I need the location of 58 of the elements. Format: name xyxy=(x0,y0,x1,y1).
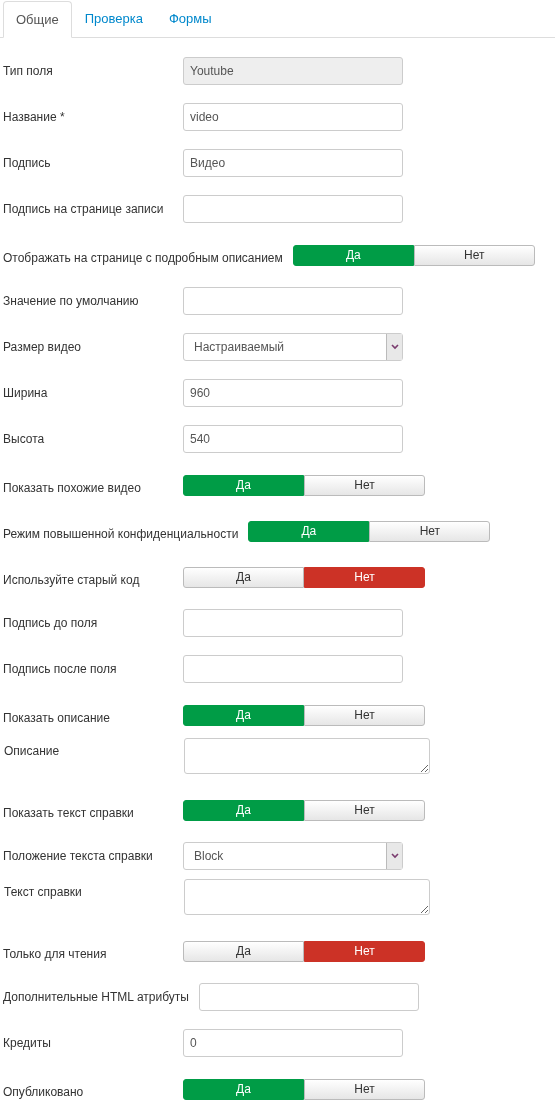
field-label: Показать текст справки xyxy=(3,805,135,822)
field-label: Режим повышенной конфиденциальности xyxy=(3,526,240,543)
toggle-option[interactable]: Да xyxy=(183,474,304,496)
field-label: Ширина xyxy=(3,385,49,402)
field-label: Значение по умолчанию xyxy=(3,293,140,310)
toggle-option[interactable]: Нет xyxy=(304,940,425,962)
tab[interactable]: Общие xyxy=(3,1,72,38)
toggle-option[interactable]: Да xyxy=(183,566,304,588)
field-label: Тип поля xyxy=(3,63,54,80)
toggle-option[interactable]: Да xyxy=(183,940,304,962)
text-field[interactable] xyxy=(198,983,419,1011)
field-label: Подпись после поля xyxy=(3,661,118,678)
toggle-option[interactable]: Да xyxy=(248,520,370,542)
tab[interactable]: Проверка xyxy=(71,0,156,37)
field-label: Отображать на странице с подробным описанием xyxy=(3,250,284,267)
textarea-field[interactable] xyxy=(184,879,430,915)
field-label: Название * xyxy=(3,109,66,126)
chevron-down-icon xyxy=(386,843,402,869)
text-field[interactable]: 540 xyxy=(183,425,403,453)
text-field[interactable]: 0 xyxy=(183,1029,403,1057)
field-label: Положение текста справки xyxy=(3,848,154,865)
field-label: Показать описание xyxy=(3,710,111,727)
toggle-option[interactable]: Нет xyxy=(304,474,425,496)
toggle-option[interactable]: Нет xyxy=(304,799,425,821)
field-label: Показать похожие видео xyxy=(3,480,142,497)
text-field[interactable] xyxy=(183,287,403,315)
field-label: Дополнительные HTML атрибуты xyxy=(3,989,190,1006)
text-field[interactable]: 960 xyxy=(183,379,403,407)
field-label: Высота xyxy=(3,431,46,448)
toggle-option[interactable]: Нет xyxy=(304,566,425,588)
field-label: Описание xyxy=(4,743,61,760)
text-field[interactable] xyxy=(183,195,403,223)
textarea-field[interactable] xyxy=(184,738,430,774)
text-field[interactable] xyxy=(183,655,403,683)
field-label: Только для чтения xyxy=(3,946,108,963)
toggle-option[interactable]: Нет xyxy=(369,520,491,542)
toggle-option[interactable]: Нет xyxy=(304,1078,425,1100)
field-label: Подпись на странице записи xyxy=(3,201,165,218)
text-field[interactable] xyxy=(183,609,403,637)
field-label: Текст справки xyxy=(4,884,83,901)
field-label: Кредиты xyxy=(3,1035,52,1052)
text-field[interactable]: Видео xyxy=(183,149,403,177)
toggle-option[interactable]: Да xyxy=(292,244,414,266)
field-label: Размер видео xyxy=(3,339,82,356)
field-label: Опубликовано xyxy=(3,1084,85,1101)
text-field[interactable]: video xyxy=(183,103,403,131)
field-label: Подпись до поля xyxy=(3,615,99,632)
toggle-option[interactable]: Да xyxy=(183,704,304,726)
dropdown[interactable]: Настраиваемый xyxy=(183,333,403,361)
toggle-option[interactable]: Да xyxy=(183,799,304,821)
toggle-option[interactable]: Нет xyxy=(413,244,535,266)
dropdown[interactable]: Block xyxy=(183,842,403,870)
tab[interactable]: Формы xyxy=(156,0,225,37)
toggle-option[interactable]: Да xyxy=(183,1078,304,1100)
toggle-option[interactable]: Нет xyxy=(304,704,425,726)
field-label: Подпись xyxy=(3,155,52,172)
field-label: Используйте старый код xyxy=(3,572,141,589)
chevron-down-icon xyxy=(386,334,402,360)
